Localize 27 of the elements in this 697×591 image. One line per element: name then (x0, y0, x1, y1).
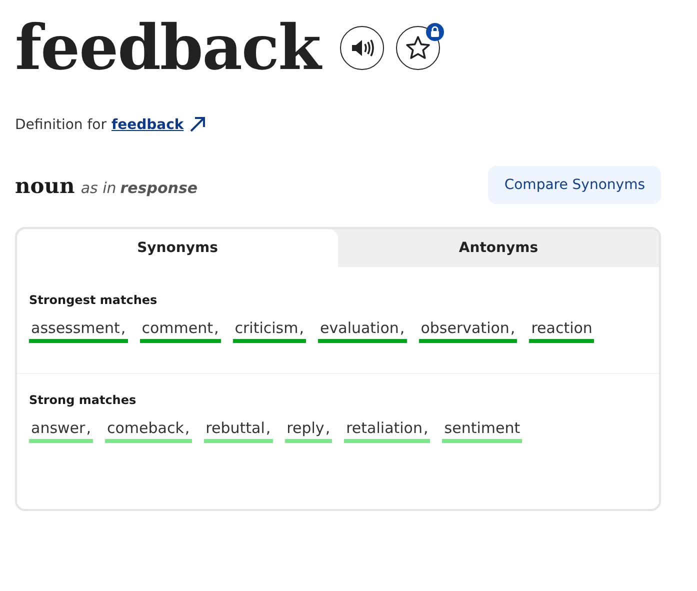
synonym-link[interactable]: observation, (418, 319, 518, 343)
sense-example: response (120, 178, 198, 196)
lock-icon (426, 23, 444, 41)
synonym-link[interactable]: retaliation, (344, 419, 430, 443)
synonym-link[interactable]: rebuttal, (204, 419, 273, 443)
star-icon (405, 35, 432, 61)
external-arrow-icon (188, 116, 206, 133)
tab[interactable]: Synonyms (17, 229, 338, 267)
synonym-link[interactable]: answer, (29, 419, 93, 443)
speaker-icon (350, 38, 374, 58)
headword: feedback (15, 10, 320, 86)
part-of-speech: noun (15, 172, 75, 198)
synonym-link[interactable]: criticism, (232, 319, 306, 343)
synonym-link[interactable]: sentiment (442, 419, 522, 443)
definition-link[interactable]: feedback (112, 116, 184, 132)
as-in-label: as in (80, 178, 116, 196)
synonym-link[interactable]: comeback, (104, 419, 192, 443)
audio-button[interactable] (340, 26, 384, 70)
synonym-link[interactable]: reaction (529, 319, 594, 343)
synonym-link[interactable]: evaluation, (318, 319, 407, 343)
synonym-link[interactable]: reply, (284, 419, 332, 443)
synonym-link[interactable]: assessment, (29, 319, 128, 343)
compare-synonyms-button[interactable]: Compare Synonyms (488, 166, 661, 204)
group-title: Strong matches (29, 393, 136, 407)
synonym-link[interactable]: comment, (140, 319, 221, 343)
group-title: Strongest matches (29, 293, 158, 307)
definition-label: Definition for (15, 116, 106, 132)
